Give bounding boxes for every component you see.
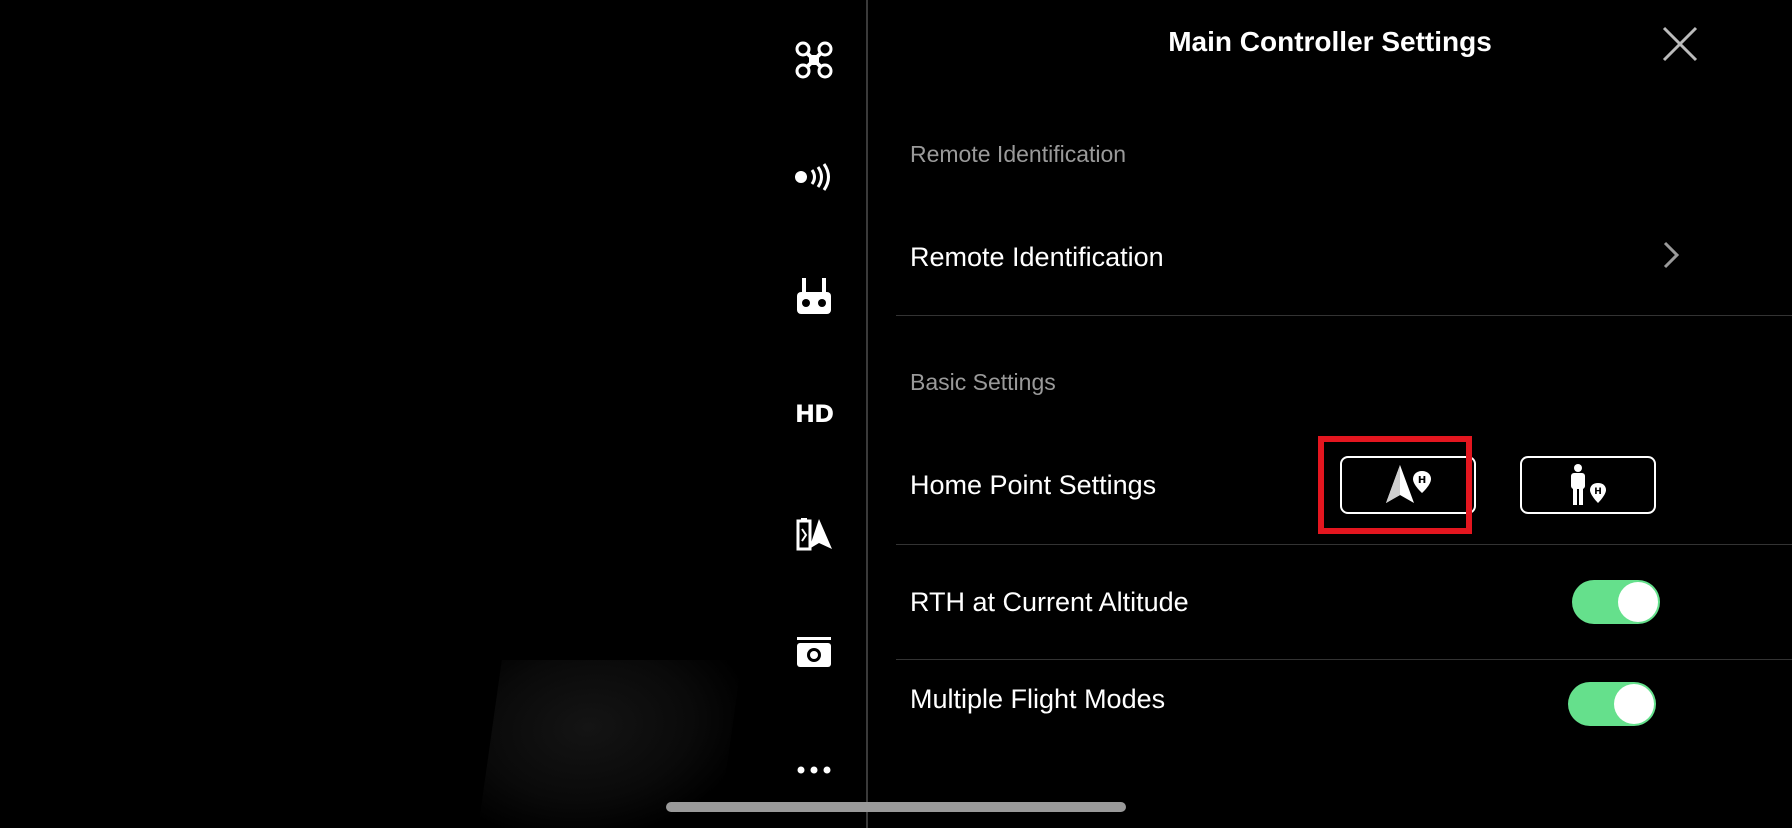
main-controller-settings-panel: Main Controller Settings Remote Identifi… [868, 0, 1792, 828]
divider [896, 659, 1792, 660]
chevron-right-icon [1663, 241, 1680, 269]
aircraft-home-point-icon: H [1386, 465, 1431, 503]
page-title: Main Controller Settings [1168, 26, 1492, 57]
app-screen: HD Main Controller Settings Remote Ident… [0, 0, 1792, 828]
settings-sidebar: HD [760, 0, 868, 828]
divider [896, 315, 1792, 316]
svg-text:H: H [1594, 487, 1602, 497]
remote-identification-label: Remote Identification [910, 242, 1164, 272]
pilot-home-point-icon: H [1571, 464, 1606, 505]
divider [896, 544, 1792, 545]
remote-identification-section-header: Remote Identification [910, 141, 1127, 167]
more-icon[interactable] [790, 746, 838, 794]
toggle-knob [1618, 582, 1658, 622]
multiple-flight-modes-toggle[interactable] [1568, 682, 1656, 726]
home-indicator[interactable] [666, 802, 1126, 812]
hd-transmission-icon[interactable]: HD [790, 390, 838, 438]
aircraft-battery-icon[interactable] [790, 510, 838, 558]
remote-identification-row[interactable]: Remote Identification [896, 210, 1776, 306]
hd-label: HD [794, 400, 834, 428]
camera-preview [0, 0, 760, 828]
toggle-knob [1614, 684, 1654, 724]
home-point-aircraft-button[interactable]: H [1340, 456, 1476, 514]
home-point-pilot-button[interactable]: H [1520, 456, 1656, 514]
signal-icon[interactable] [790, 153, 838, 201]
camera-icon[interactable] [790, 628, 838, 676]
basic-settings-section-header: Basic Settings [910, 369, 1056, 395]
close-button[interactable] [1658, 22, 1702, 66]
remote-controller-icon[interactable] [790, 272, 838, 320]
aircraft-icon[interactable] [790, 36, 838, 84]
rth-at-current-altitude-toggle[interactable] [1572, 580, 1660, 624]
rth-at-current-altitude-label: RTH at Current Altitude [910, 587, 1189, 617]
multiple-flight-modes-label: Multiple Flight Modes [910, 684, 1166, 714]
svg-text:H: H [1418, 475, 1426, 486]
home-point-settings-label: Home Point Settings [910, 470, 1157, 500]
close-icon [1662, 26, 1698, 62]
